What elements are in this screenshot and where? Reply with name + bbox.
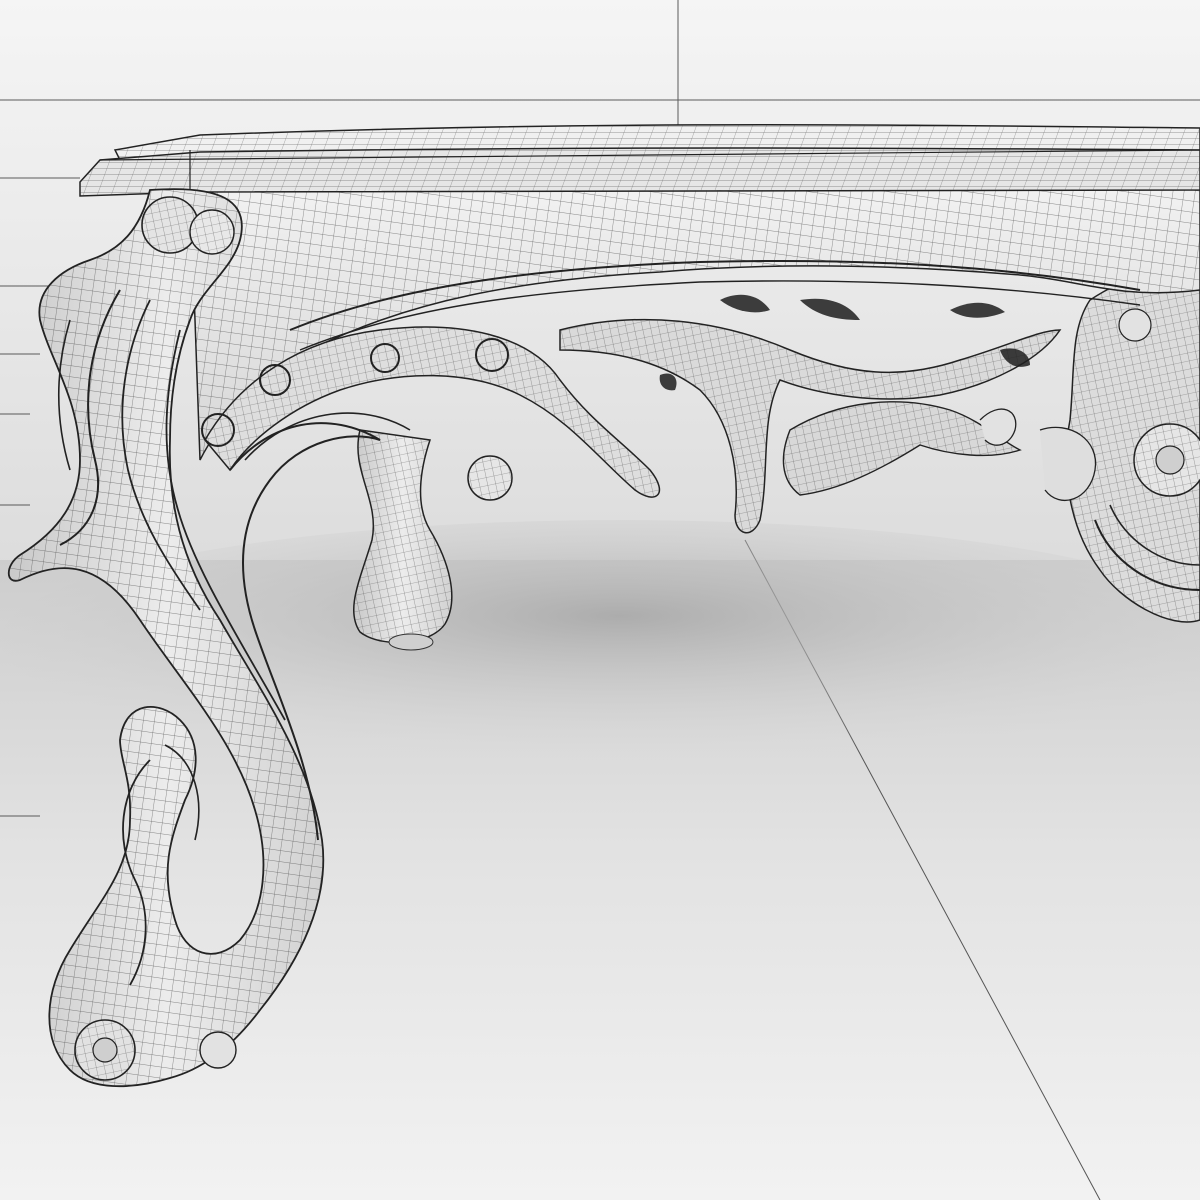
table-top — [79, 123, 1200, 197]
render-viewport — [0, 0, 1200, 1200]
render-canvas — [0, 0, 1200, 1200]
